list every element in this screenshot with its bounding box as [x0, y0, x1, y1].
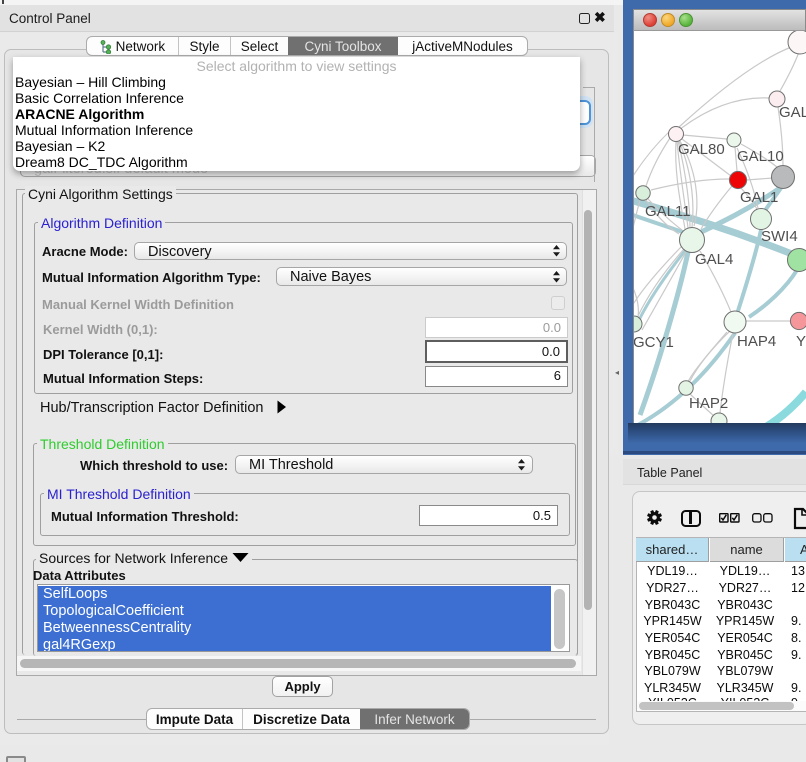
svg-text:GAL1: GAL1 — [740, 189, 778, 206]
svg-text:HAP4: HAP4 — [737, 333, 776, 350]
svg-text:GAL2: GAL2 — [779, 104, 806, 121]
svg-text:SWI4: SWI4 — [761, 228, 798, 245]
svg-text:Y: Y — [796, 333, 806, 350]
svg-text:GCY1: GCY1 — [634, 334, 674, 351]
svg-text:GAL11: GAL11 — [645, 203, 691, 220]
svg-text:GAL80: GAL80 — [678, 141, 725, 158]
svg-text:GAL10: GAL10 — [737, 148, 784, 165]
svg-text:HAP2: HAP2 — [689, 395, 728, 412]
svg-text:GAL4: GAL4 — [695, 251, 733, 268]
